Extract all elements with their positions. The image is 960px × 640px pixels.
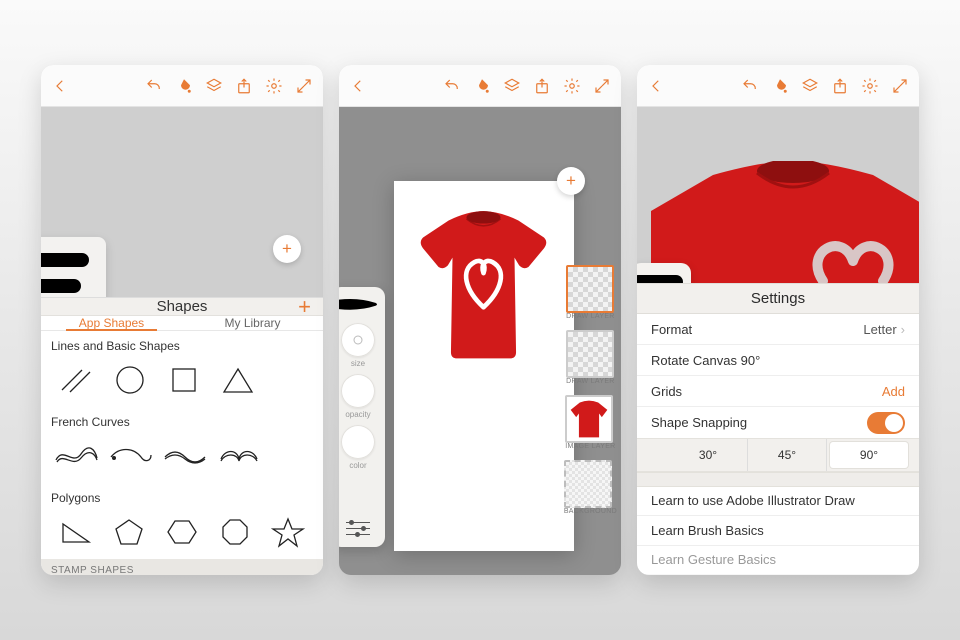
add-layer-fab[interactable]: +	[273, 235, 301, 263]
seg-30[interactable]: 30°	[669, 439, 747, 471]
add-layer-fab[interactable]: +	[557, 167, 585, 195]
curve-1[interactable]	[49, 435, 103, 477]
tab-my-library[interactable]: My Library	[182, 316, 323, 330]
shape-star[interactable]	[262, 511, 315, 553]
mockup-layers: + size opacity color DRAW LAYER	[339, 65, 621, 575]
fullscreen-icon[interactable]	[891, 77, 909, 95]
artboard[interactable]	[394, 181, 574, 551]
shapes-tabs: App Shapes My Library	[41, 316, 323, 331]
canvas[interactable]: + Shapes + App Shapes My Library Lines a…	[41, 107, 323, 575]
learn-brush[interactable]: Learn Brush Basics	[637, 516, 919, 546]
canvas[interactable]: + size opacity color DRAW LAYER	[339, 107, 621, 575]
section-curves: French Curves	[41, 407, 323, 435]
row-snapping: Shape Snapping	[637, 407, 919, 438]
settings-sheet: Settings Format Letter› Rotate Canvas 90…	[637, 283, 919, 575]
shape-circle[interactable]	[103, 359, 157, 401]
knob-size[interactable]: size	[341, 323, 375, 368]
layer-image[interactable]: IMAGE LAYER	[565, 395, 615, 450]
settings-icon[interactable]	[563, 77, 581, 95]
mockup-settings: Settings Format Letter› Rotate Canvas 90…	[637, 65, 919, 575]
shape-octagon[interactable]	[209, 511, 262, 553]
shape-lines[interactable]	[49, 359, 103, 401]
layer-draw-1[interactable]: DRAW LAYER	[566, 265, 615, 320]
settings-icon[interactable]	[265, 77, 283, 95]
fill-icon[interactable]	[175, 77, 193, 95]
layers-icon[interactable]	[205, 77, 223, 95]
brush-settings-icon[interactable]	[346, 517, 370, 535]
brush-panel: size opacity color	[339, 287, 385, 547]
fullscreen-icon[interactable]	[295, 77, 313, 95]
seg-90[interactable]: 90°	[830, 442, 908, 468]
learn-gesture[interactable]: Learn Gesture Basics	[637, 546, 919, 576]
curve-2[interactable]	[103, 435, 157, 477]
topbar	[41, 65, 323, 107]
brush-nib-icon[interactable]	[339, 297, 380, 317]
shapes-sheet: Shapes + App Shapes My Library Lines and…	[41, 297, 323, 575]
shape-square[interactable]	[157, 359, 211, 401]
fullscreen-icon[interactable]	[593, 77, 611, 95]
seg-45[interactable]: 45°	[748, 439, 826, 471]
fill-icon[interactable]	[771, 77, 789, 95]
grids-add-action[interactable]: Add	[882, 384, 905, 399]
shape-pentagon[interactable]	[102, 511, 155, 553]
fill-icon[interactable]	[473, 77, 491, 95]
chevron-right-icon: ›	[901, 322, 905, 337]
section-lines: Lines and Basic Shapes	[41, 331, 323, 359]
shape-triangle[interactable]	[211, 359, 265, 401]
undo-icon[interactable]	[145, 77, 163, 95]
topbar	[339, 65, 621, 107]
back-icon[interactable]	[51, 77, 69, 95]
share-icon[interactable]	[831, 77, 849, 95]
layer-stack: DRAW LAYER DRAW LAYER IMAGE LAYER BACKGR…	[564, 265, 617, 515]
snapping-toggle[interactable]	[867, 412, 905, 434]
row-rotate[interactable]: Rotate Canvas 90°	[637, 345, 919, 376]
row-lines-basic	[41, 359, 323, 407]
angle-segmented: 30° 45° 90°	[637, 438, 919, 472]
shape-right-triangle[interactable]	[49, 511, 102, 553]
curve-3[interactable]	[157, 435, 211, 477]
section-polygons: Polygons	[41, 483, 323, 511]
knob-color[interactable]: color	[341, 425, 375, 470]
share-icon[interactable]	[235, 77, 253, 95]
row-polygons	[41, 511, 323, 559]
back-icon[interactable]	[349, 77, 367, 95]
knob-opacity[interactable]: opacity	[341, 374, 375, 419]
share-icon[interactable]	[533, 77, 551, 95]
curve-4[interactable]	[211, 435, 265, 477]
undo-icon[interactable]	[443, 77, 461, 95]
row-french-curves	[41, 435, 323, 483]
section-stamps-band: STAMP SHAPES	[41, 559, 323, 575]
section-gap	[637, 472, 919, 486]
sheet-header: Shapes +	[41, 298, 323, 316]
tshirt-image	[406, 199, 561, 369]
shape-hexagon[interactable]	[155, 511, 208, 553]
learn-draw[interactable]: Learn to use Adobe Illustrator Draw	[637, 487, 919, 517]
row-grids[interactable]: Grids Add	[637, 376, 919, 407]
row-format[interactable]: Format Letter›	[637, 314, 919, 345]
format-label: Format	[651, 322, 692, 337]
layer-background[interactable]: BACKGROUND	[564, 460, 617, 515]
mockup-shapes: + Shapes + App Shapes My Library Lines a…	[41, 65, 323, 575]
layer-draw-2[interactable]: DRAW LAYER	[566, 330, 615, 385]
sheet-title: Shapes	[157, 298, 208, 315]
back-icon[interactable]	[647, 77, 665, 95]
settings-title: Settings	[637, 283, 919, 314]
layers-icon[interactable]	[503, 77, 521, 95]
settings-icon[interactable]	[861, 77, 879, 95]
undo-icon[interactable]	[741, 77, 759, 95]
topbar	[637, 65, 919, 107]
layers-icon[interactable]	[801, 77, 819, 95]
tab-app-shapes[interactable]: App Shapes	[41, 316, 182, 330]
